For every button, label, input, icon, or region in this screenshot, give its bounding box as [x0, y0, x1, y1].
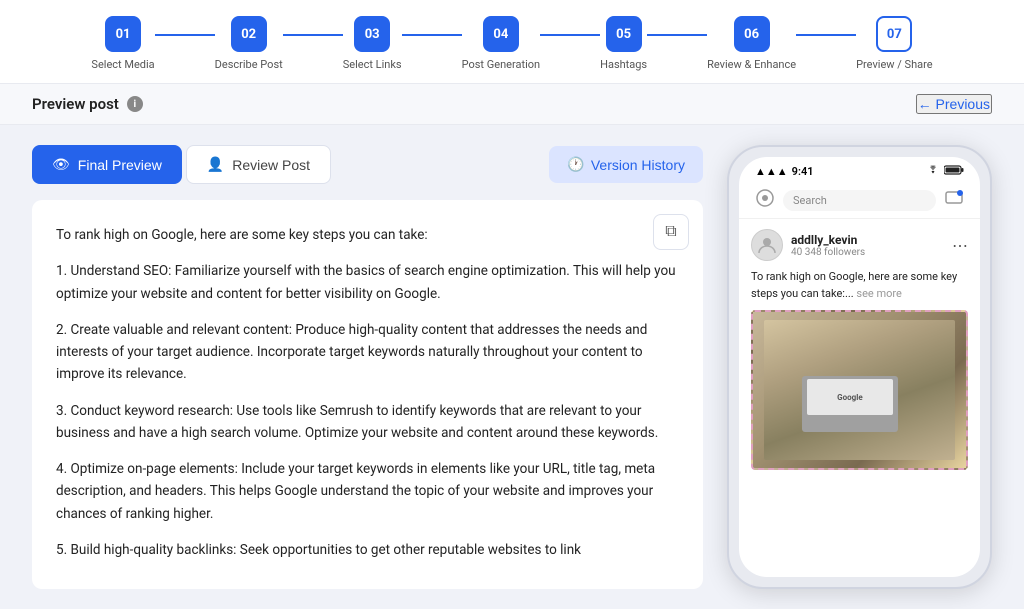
step-2-circle: 02: [231, 16, 267, 52]
laptop-screen: Google: [807, 379, 893, 416]
main-content: 👁 Final Preview 👤 Review Post 🕐 Version …: [0, 125, 1024, 609]
step-1[interactable]: 01 Select Media: [91, 16, 154, 71]
stepper: 01 Select Media 02 Describe Post 03 Sele…: [91, 16, 932, 71]
step-4-circle: 04: [483, 16, 519, 52]
tab-row: 👁 Final Preview 👤 Review Post 🕐 Version …: [32, 145, 703, 184]
clock-icon: 🕐: [567, 156, 584, 173]
previous-button[interactable]: ← Previous: [916, 94, 992, 114]
phone-search-bar[interactable]: Search: [783, 190, 936, 211]
phone-image: Google: [751, 310, 968, 470]
stepper-bar: 01 Select Media 02 Describe Post 03 Sele…: [0, 0, 1024, 84]
step-1-circle: 01: [105, 16, 141, 52]
post-paragraph-2: 1. Understand SEO: Familiarize yourself …: [56, 260, 679, 305]
step-3[interactable]: 03 Select Links: [343, 16, 402, 71]
phone-message-icon: [944, 188, 964, 212]
final-preview-tab[interactable]: 👁 Final Preview: [32, 145, 182, 184]
review-post-tab[interactable]: 👤 Review Post: [186, 145, 331, 184]
version-history-button[interactable]: 🕐 Version History: [549, 146, 703, 183]
info-icon[interactable]: i: [127, 96, 143, 112]
phone-time: 9:41: [792, 165, 814, 178]
avatar: [751, 229, 783, 261]
post-text: To rank high on Google, here are some ke…: [56, 224, 679, 561]
phone-home-icon: [755, 188, 775, 212]
phone-status-left: ▲▲▲ 9:41: [755, 165, 814, 178]
post-paragraph-1: To rank high on Google, here are some ke…: [56, 224, 679, 246]
step-2-label: Describe Post: [215, 58, 283, 71]
step-3-circle: 03: [354, 16, 390, 52]
step-6[interactable]: 06 Review & Enhance: [707, 16, 796, 71]
see-more-link[interactable]: see more: [856, 287, 901, 300]
left-panel: 👁 Final Preview 👤 Review Post 🕐 Version …: [32, 145, 703, 589]
step-7-label: Preview / Share: [856, 58, 932, 71]
phone-more-icon[interactable]: ⋯: [952, 236, 968, 255]
phone-caption: To rank high on Google, here are some ke…: [751, 269, 968, 302]
connector-1: [155, 34, 215, 36]
phone-username: addlly_kevin: [791, 233, 944, 247]
phone-screen: ▲▲▲ 9:41: [739, 157, 980, 577]
phone-post-header: addlly_kevin 40 348 followers ⋯: [751, 229, 968, 261]
step-6-label: Review & Enhance: [707, 58, 796, 71]
copy-button[interactable]: ⧉: [653, 214, 689, 250]
connector-2: [283, 34, 343, 36]
connector-4: [540, 34, 600, 36]
step-5[interactable]: 05 Hashtags: [600, 16, 647, 71]
connector-6: [796, 34, 856, 36]
phone-followers: 40 348 followers: [791, 247, 944, 258]
preview-post-text: Preview post: [32, 95, 119, 113]
phone-image-inner: Google: [764, 320, 956, 460]
laptop-shape: Google: [802, 376, 898, 432]
post-paragraph-6: 5. Build high-quality backlinks: Seek op…: [56, 539, 679, 561]
step-4[interactable]: 04 Post Generation: [462, 16, 541, 71]
phone-user-info: addlly_kevin 40 348 followers: [791, 233, 944, 258]
step-7-circle: 07: [876, 16, 912, 52]
step-4-label: Post Generation: [462, 58, 541, 71]
wifi-icon: [926, 165, 940, 178]
tabs: 👁 Final Preview 👤 Review Post: [32, 145, 331, 184]
phone-mockup: ▲▲▲ 9:41: [727, 145, 992, 589]
post-paragraph-5: 4. Optimize on-page elements: Include yo…: [56, 458, 679, 525]
phone-nav-bar: Search: [739, 182, 980, 219]
step-5-label: Hashtags: [600, 58, 647, 71]
eye-icon: 👁: [52, 156, 70, 173]
phone-status-right: [926, 165, 964, 178]
header-bar: Preview post i ← Previous: [0, 84, 1024, 125]
step-1-label: Select Media: [91, 58, 154, 71]
post-paragraph-3: 2. Create valuable and relevant content:…: [56, 319, 679, 386]
phone-caption-text: To rank high on Google, here are some ke…: [751, 270, 957, 300]
phone-post: addlly_kevin 40 348 followers ⋯ To rank …: [739, 219, 980, 480]
review-post-label: Review Post: [232, 157, 310, 173]
copy-icon: ⧉: [665, 223, 676, 241]
step-3-label: Select Links: [343, 58, 402, 71]
battery-icon: [944, 165, 964, 178]
version-history-label: Version History: [591, 157, 685, 173]
step-7[interactable]: 07 Preview / Share: [856, 16, 932, 71]
connector-3: [402, 34, 462, 36]
post-paragraph-4: 3. Conduct keyword research: Use tools l…: [56, 400, 679, 445]
step-2[interactable]: 02 Describe Post: [215, 16, 283, 71]
step-6-circle: 06: [734, 16, 770, 52]
step-5-circle: 05: [606, 16, 642, 52]
phone-search-placeholder: Search: [793, 194, 827, 207]
user-icon: 👤: [207, 156, 224, 173]
signal-icon: ▲▲▲: [755, 165, 788, 178]
preview-post-title: Preview post i: [32, 95, 143, 113]
connector-5: [647, 34, 707, 36]
phone-status-bar: ▲▲▲ 9:41: [739, 157, 980, 182]
phone-outer: ▲▲▲ 9:41: [727, 145, 992, 589]
content-area: ⧉ To rank high on Google, here are some …: [32, 200, 703, 589]
final-preview-label: Final Preview: [78, 157, 162, 173]
